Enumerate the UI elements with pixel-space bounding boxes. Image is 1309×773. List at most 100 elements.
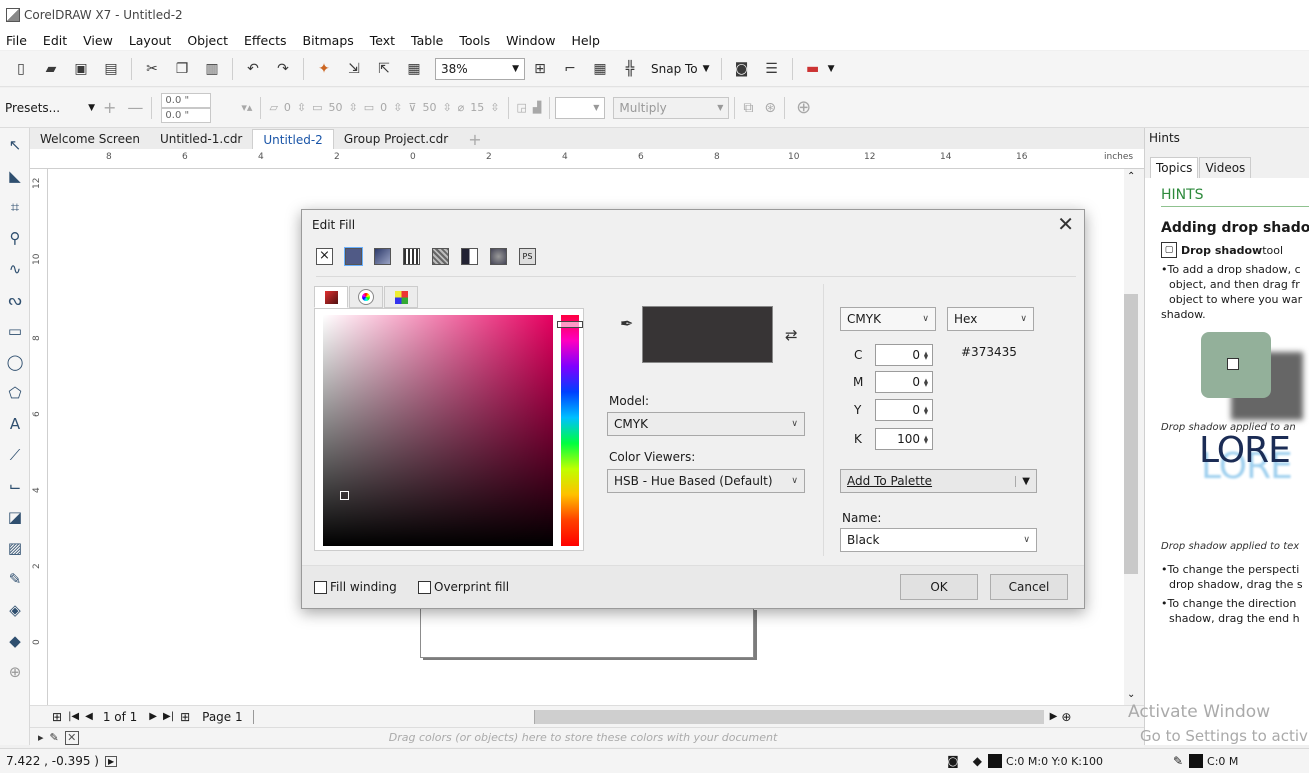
no-fill-swatch[interactable]: ✕ bbox=[64, 730, 79, 745]
publish-pdf-icon[interactable]: ▦ bbox=[403, 58, 425, 80]
add-icon[interactable]: ⊕ bbox=[796, 97, 811, 118]
application-launcher-icon[interactable]: ▬ bbox=[802, 58, 824, 80]
scroll-up-icon[interactable]: ⌃ bbox=[1127, 171, 1135, 182]
artistic-media-icon[interactable]: ᔓ bbox=[2, 287, 28, 313]
spinner-icon[interactable]: ⇳ bbox=[349, 101, 358, 114]
fade-value[interactable]: 15 bbox=[470, 101, 484, 114]
import-icon[interactable]: ⇲ bbox=[343, 58, 365, 80]
spinner-icon[interactable]: ⧫ bbox=[924, 435, 928, 444]
presets-select[interactable]: Presets... ▼ bbox=[0, 97, 100, 119]
drop-shadow-tool-icon[interactable]: ◪ bbox=[2, 504, 28, 530]
tab-color-harmonies[interactable] bbox=[349, 286, 383, 308]
texture-fill-icon[interactable] bbox=[490, 248, 507, 265]
options-icon[interactable]: ☰ bbox=[761, 58, 783, 80]
spinner-icon[interactable]: ⧫ bbox=[924, 378, 928, 387]
menu-text[interactable]: Text bbox=[362, 33, 403, 48]
connector-tool-icon[interactable]: ⌙ bbox=[2, 473, 28, 499]
nudge-y-field[interactable]: 0.0 " bbox=[161, 107, 212, 123]
tab-color-viewers[interactable] bbox=[314, 286, 348, 308]
open-folder-icon[interactable]: ▰ bbox=[40, 58, 62, 80]
remove-preset-icon[interactable]: — bbox=[127, 98, 143, 117]
fountain-fill-icon[interactable] bbox=[374, 248, 391, 265]
blend-mode-select[interactable]: Multiply ▼ bbox=[613, 96, 730, 119]
freehand-tool-icon[interactable]: ∿ bbox=[2, 256, 28, 282]
tab-videos[interactable]: Videos bbox=[1199, 157, 1252, 178]
two-color-pattern-icon[interactable] bbox=[461, 248, 478, 265]
new-document-icon[interactable]: ▯ bbox=[10, 58, 32, 80]
vector-pattern-icon[interactable] bbox=[403, 248, 420, 265]
palette-arrow-icon[interactable]: ▸ bbox=[38, 731, 44, 744]
checkbox-box[interactable] bbox=[314, 580, 327, 594]
menu-effects[interactable]: Effects bbox=[236, 33, 295, 48]
overprint-fill-checkbox[interactable]: Overprint fill bbox=[418, 580, 509, 594]
chevron-down-icon[interactable]: ▼ bbox=[1015, 475, 1030, 487]
color-name-select[interactable]: Black ∨ bbox=[840, 528, 1037, 552]
last-page-icon[interactable]: ▶| bbox=[163, 711, 174, 722]
channel-c-input[interactable]: 0 ⧫ bbox=[875, 344, 933, 366]
prev-page-icon[interactable]: ◀ bbox=[85, 711, 93, 722]
shadow-offset-value[interactable]: 0 bbox=[284, 101, 291, 114]
close-icon[interactable]: ✕ bbox=[1057, 212, 1074, 236]
menu-bitmaps[interactable]: Bitmaps bbox=[295, 33, 362, 48]
scrollbar-thumb[interactable] bbox=[1124, 294, 1138, 574]
add-to-palette-button[interactable]: Add To Palette ▼ bbox=[840, 469, 1037, 493]
show-rulers-icon[interactable]: ⌐ bbox=[559, 58, 581, 80]
cut-icon[interactable]: ✂ bbox=[141, 58, 163, 80]
interactive-fill-icon[interactable]: ◈ bbox=[2, 597, 28, 623]
no-fill-icon[interactable]: ⨯ bbox=[316, 248, 333, 265]
postscript-fill-icon[interactable]: PS bbox=[519, 248, 536, 265]
copy-icon[interactable]: ❐ bbox=[171, 58, 193, 80]
ellipse-tool-icon[interactable]: ◯ bbox=[2, 349, 28, 375]
fill-winding-checkbox[interactable]: Fill winding bbox=[314, 580, 397, 594]
opacity-value[interactable]: 50 bbox=[329, 101, 343, 114]
nudge-x-field[interactable]: 0.0 " bbox=[161, 92, 212, 108]
page-1-tab[interactable]: Page 1 bbox=[202, 709, 254, 724]
export-icon[interactable]: ⇱ bbox=[373, 58, 395, 80]
spinner-icon[interactable]: ⇳ bbox=[490, 101, 499, 114]
search-content-icon[interactable]: ✦ bbox=[313, 58, 335, 80]
save-icon[interactable]: ▣ bbox=[70, 58, 92, 80]
checkbox-box[interactable] bbox=[418, 580, 431, 594]
outline-pen-icon[interactable]: ✎ bbox=[1173, 754, 1183, 768]
horizontal-scrollbar[interactable] bbox=[533, 709, 1044, 724]
feather-value[interactable]: 0 bbox=[380, 101, 387, 114]
spinner-icon[interactable]: ⇳ bbox=[393, 101, 402, 114]
play-icon[interactable]: ▶ bbox=[104, 755, 118, 767]
text-tool-icon[interactable]: A bbox=[2, 411, 28, 437]
zoom-navigator-icon[interactable]: ⊕ bbox=[1061, 710, 1071, 724]
add-page-after-icon[interactable]: ⊞ bbox=[180, 710, 190, 724]
new-tab-button[interactable]: + bbox=[458, 129, 491, 149]
tab-color-palettes[interactable] bbox=[384, 286, 418, 308]
horizontal-ruler[interactable]: 8 6 4 2 0 2 4 6 8 10 12 14 16 inches bbox=[30, 149, 1144, 169]
add-preset-icon[interactable]: + bbox=[103, 98, 116, 117]
welcome-screen-icon[interactable]: ◙ bbox=[731, 58, 753, 80]
crop-tool-icon[interactable]: ⌗ bbox=[2, 194, 28, 220]
vertical-scrollbar[interactable]: ⌃ ⌄ bbox=[1124, 169, 1144, 705]
document-page[interactable] bbox=[420, 606, 754, 658]
cancel-button[interactable]: Cancel bbox=[990, 574, 1068, 600]
parallel-dimension-icon[interactable]: ⟋ bbox=[2, 442, 28, 468]
snap-to-button[interactable]: Snap To ▼ bbox=[645, 58, 716, 80]
saturation-brightness-field[interactable] bbox=[323, 315, 553, 546]
tab-group-project[interactable]: Group Project.cdr bbox=[334, 129, 458, 149]
feather-direction-icon[interactable]: ◲ bbox=[517, 101, 527, 114]
value-format-select[interactable]: Hex ∨ bbox=[947, 307, 1034, 331]
next-page-icon[interactable]: ▶ bbox=[149, 711, 157, 722]
chevron-down-icon[interactable]: ▼ bbox=[828, 64, 835, 74]
copy-shadow-icon[interactable]: ⧉ bbox=[743, 100, 753, 116]
spinner-icon[interactable]: ⇳ bbox=[442, 101, 451, 114]
menu-table[interactable]: Table bbox=[403, 33, 451, 48]
model-select[interactable]: CMYK ∨ bbox=[607, 412, 805, 436]
zoom-level-select[interactable]: 38% ▼ bbox=[435, 57, 525, 80]
vertical-ruler[interactable]: 12 10 8 6 4 2 0 bbox=[30, 169, 48, 705]
tab-untitled-2[interactable]: Untitled-2 bbox=[252, 129, 334, 149]
menu-layout[interactable]: Layout bbox=[121, 33, 180, 48]
polygon-tool-icon[interactable]: ⬠ bbox=[2, 380, 28, 406]
color-marker[interactable] bbox=[340, 491, 349, 500]
nudge-spinner-icon[interactable]: ▾▴ bbox=[241, 101, 252, 114]
channel-k-input[interactable]: 100 ⧫ bbox=[875, 428, 933, 450]
print-icon[interactable]: ▤ bbox=[100, 58, 122, 80]
uniform-fill-icon[interactable] bbox=[344, 247, 363, 266]
clear-shadow-icon[interactable]: ⊛ bbox=[764, 100, 776, 116]
add-tool-icon[interactable]: ⊕ bbox=[2, 659, 28, 685]
